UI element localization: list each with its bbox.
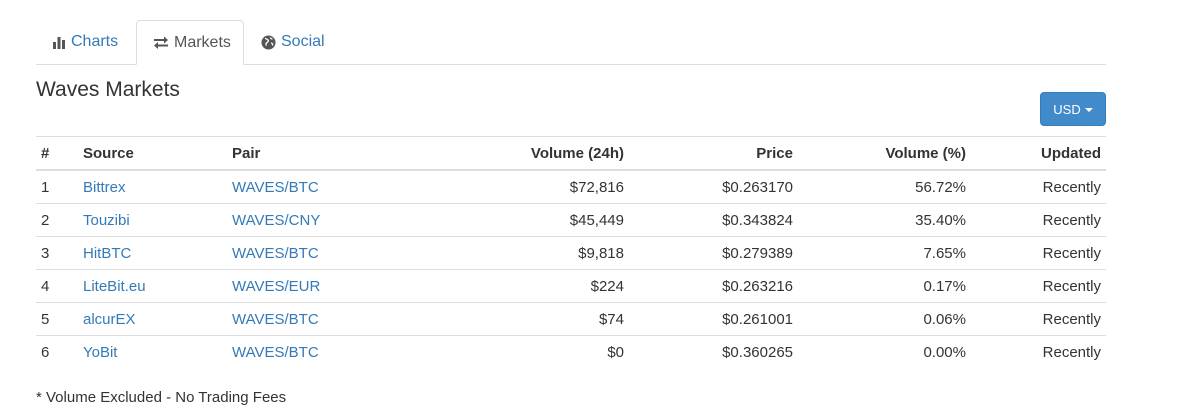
bar-chart-icon xyxy=(52,35,66,49)
pair-link[interactable]: WAVES/EUR xyxy=(232,278,320,295)
tab-charts-label: Charts xyxy=(71,33,119,50)
col-rank[interactable]: # xyxy=(36,136,78,171)
table-row: 4 LiteBit.eu WAVES/EUR $224 $0.263216 0.… xyxy=(36,269,1106,303)
updated-cell: Recently xyxy=(971,335,1106,368)
updated-cell: Recently xyxy=(971,236,1106,270)
source-link[interactable]: Bittrex xyxy=(83,179,126,196)
volume-pct-cell: 7.65% xyxy=(798,236,971,270)
markets-table: # Source Pair Volume (24h) Price Volume … xyxy=(36,136,1106,368)
col-volume-pct[interactable]: Volume (%) xyxy=(798,136,971,171)
rank-cell: 4 xyxy=(36,269,78,303)
price-cell: $0.261001 xyxy=(629,302,798,336)
rank-cell: 5 xyxy=(36,302,78,336)
price-cell: $0.360265 xyxy=(629,335,798,368)
col-source[interactable]: Source xyxy=(78,136,227,171)
col-volume[interactable]: Volume (24h) xyxy=(387,136,629,171)
price-cell: $0.263216 xyxy=(629,269,798,303)
table-row: 6 YoBit WAVES/BTC $0 $0.360265 0.00% Rec… xyxy=(36,335,1106,368)
rank-cell: 3 xyxy=(36,236,78,270)
footnote: * Volume Excluded - No Trading Fees xyxy=(36,389,287,406)
pair-link[interactable]: WAVES/BTC xyxy=(232,311,319,328)
volume-pct-cell: 0.06% xyxy=(798,302,971,336)
updated-cell: Recently xyxy=(971,203,1106,237)
price-cell: $0.279389 xyxy=(629,236,798,270)
col-pair[interactable]: Pair xyxy=(227,136,387,171)
tab-charts[interactable]: Charts xyxy=(36,20,134,64)
volume-cell: $0 xyxy=(387,335,629,368)
table-row: 5 alcurEX WAVES/BTC $74 $0.261001 0.06% … xyxy=(36,302,1106,336)
source-link[interactable]: alcurEX xyxy=(83,311,136,328)
currency-dropdown-button[interactable]: USD xyxy=(1040,92,1106,126)
volume-cell: $45,449 xyxy=(387,203,629,237)
pair-link[interactable]: WAVES/CNY xyxy=(232,212,320,229)
source-link[interactable]: LiteBit.eu xyxy=(83,278,146,295)
updated-cell: Recently xyxy=(971,269,1106,303)
table-row: 3 HitBTC WAVES/BTC $9,818 $0.279389 7.65… xyxy=(36,236,1106,270)
source-link[interactable]: HitBTC xyxy=(83,245,131,262)
volume-cell: $224 xyxy=(387,269,629,303)
rank-cell: 2 xyxy=(36,203,78,237)
pair-link[interactable]: WAVES/BTC xyxy=(232,344,319,361)
col-updated[interactable]: Updated xyxy=(971,136,1106,171)
tab-social[interactable]: Social xyxy=(245,20,341,64)
col-price[interactable]: Price xyxy=(629,136,798,171)
nav-tabs: Charts Markets Social xyxy=(36,20,1106,65)
tab-markets[interactable]: Markets xyxy=(136,20,244,65)
pair-link[interactable]: WAVES/BTC xyxy=(232,179,319,196)
volume-cell: $74 xyxy=(387,302,629,336)
updated-cell: Recently xyxy=(971,302,1106,336)
source-link[interactable]: Touzibi xyxy=(83,212,130,229)
rank-cell: 6 xyxy=(36,335,78,368)
table-row: 1 Bittrex WAVES/BTC $72,816 $0.263170 56… xyxy=(36,169,1106,204)
volume-cell: $72,816 xyxy=(387,169,629,204)
volume-pct-cell: 35.40% xyxy=(798,203,971,237)
volume-cell: $9,818 xyxy=(387,236,629,270)
currency-label: USD xyxy=(1053,101,1081,117)
table-row: 2 Touzibi WAVES/CNY $45,449 $0.343824 35… xyxy=(36,203,1106,237)
volume-pct-cell: 0.00% xyxy=(798,335,971,368)
volume-pct-cell: 56.72% xyxy=(798,169,971,204)
price-cell: $0.343824 xyxy=(629,203,798,237)
globe-icon xyxy=(261,35,276,50)
volume-pct-cell: 0.17% xyxy=(798,269,971,303)
exchange-arrows-icon xyxy=(153,36,169,49)
pair-link[interactable]: WAVES/BTC xyxy=(232,245,319,262)
tab-social-label: Social xyxy=(281,33,325,50)
caret-down-icon xyxy=(1084,107,1093,112)
price-cell: $0.263170 xyxy=(629,169,798,204)
page-title: Waves Markets xyxy=(36,78,180,101)
rank-cell: 1 xyxy=(36,169,78,204)
source-link[interactable]: YoBit xyxy=(83,344,117,361)
updated-cell: Recently xyxy=(971,169,1106,204)
table-header-row: # Source Pair Volume (24h) Price Volume … xyxy=(36,136,1106,171)
tab-markets-label: Markets xyxy=(174,33,231,51)
